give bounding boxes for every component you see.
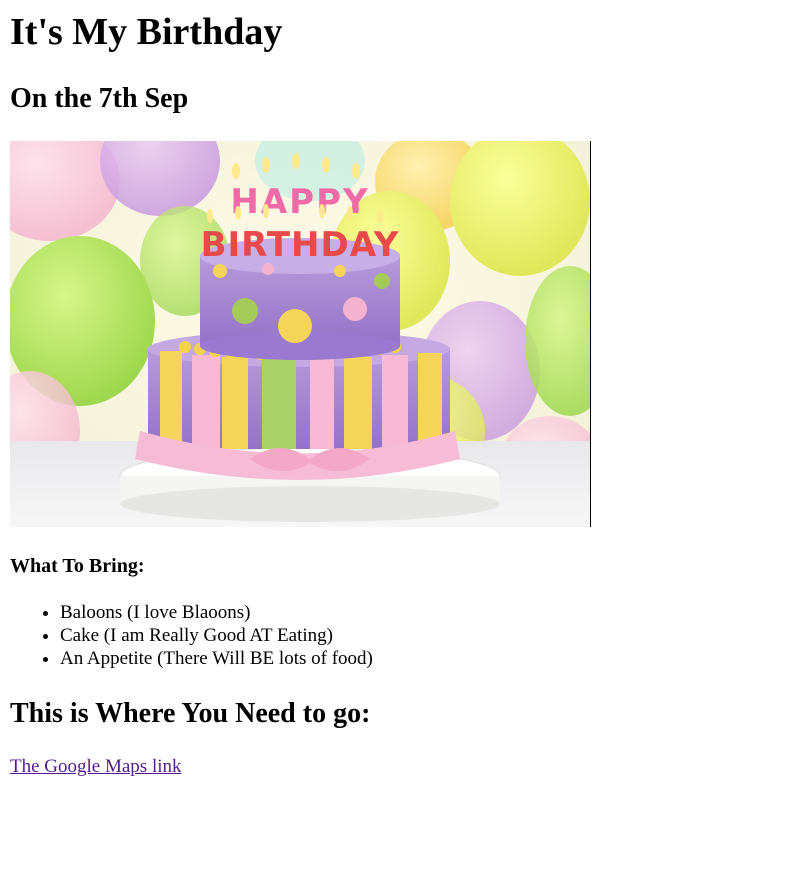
page-title: It's My Birthday bbox=[10, 11, 283, 53]
list-item: Cake (I am Really Good AT Eating) bbox=[60, 624, 373, 647]
list-item: An Appetite (There Will BE lots of food) bbox=[60, 647, 373, 670]
list-item: Baloons (I love Blaoons) bbox=[60, 601, 373, 624]
svg-text:BIRTHDAY: BIRTHDAY bbox=[201, 225, 400, 265]
where-heading: This is Where You Need to go: bbox=[10, 698, 371, 729]
google-maps-link[interactable]: The Google Maps link bbox=[10, 755, 182, 778]
birthday-cake-image: HAPPY BIRTHDAY bbox=[10, 141, 591, 527]
bring-list: Baloons (I love Blaoons) Cake (I am Real… bbox=[10, 601, 373, 670]
what-to-bring-heading: What To Bring: bbox=[10, 555, 145, 577]
date-heading: On the 7th Sep bbox=[10, 83, 189, 114]
